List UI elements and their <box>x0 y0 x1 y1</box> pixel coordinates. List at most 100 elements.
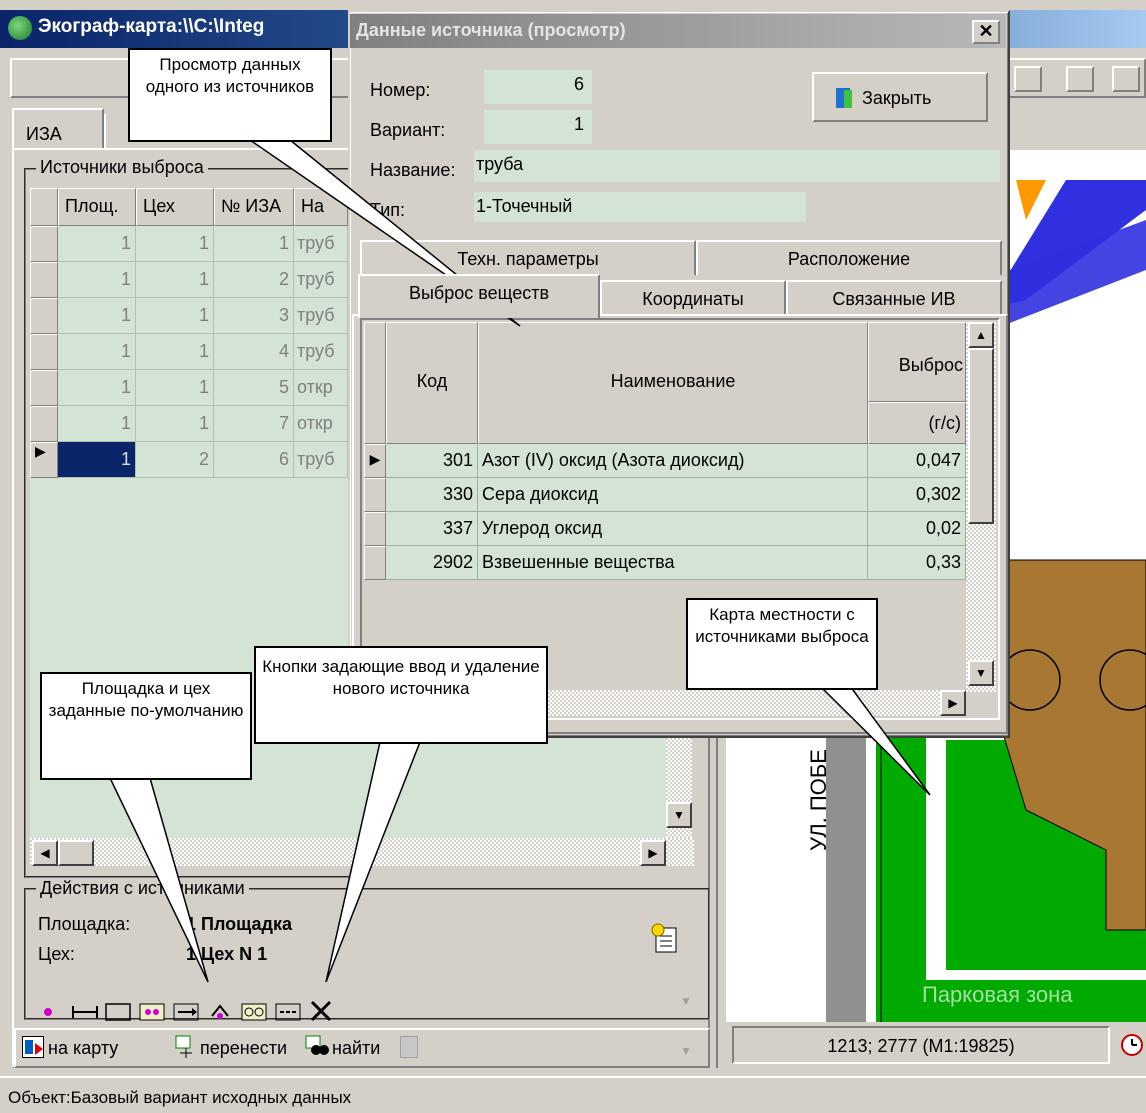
cell-nomer[interactable]: 6 <box>214 442 294 478</box>
grid2-cell-kod[interactable]: 2902 <box>386 546 478 580</box>
grid2-cell-value[interactable]: 0,02 <box>868 512 966 546</box>
add-linear-source-icon[interactable] <box>70 998 100 1022</box>
cell-name[interactable]: труб <box>294 298 348 334</box>
grid2-cell-kod[interactable]: 337 <box>386 512 478 546</box>
extra-tab-icon[interactable] <box>400 1036 418 1058</box>
tab-find[interactable]: найти <box>332 1038 380 1059</box>
cell-name[interactable]: откр <box>294 370 348 406</box>
copy-source-icon[interactable] <box>274 998 304 1022</box>
scroll-down-button[interactable]: ▼ <box>666 802 692 828</box>
cell-name[interactable]: откр <box>294 406 348 442</box>
cell-nomer[interactable]: 2 <box>214 262 294 298</box>
cell-name[interactable]: труб <box>294 334 348 370</box>
view-source-icon[interactable] <box>240 998 270 1022</box>
cell-nomer[interactable]: 1 <box>214 226 294 262</box>
delete-source-icon[interactable] <box>308 998 338 1022</box>
dialog-close-x-button[interactable]: ✕ <box>972 20 1000 44</box>
grid2-row-indicator[interactable]: ▶ <box>364 444 386 478</box>
bottom-tabs-dropdown-icon[interactable]: ▼ <box>680 1044 692 1058</box>
cell-tseh[interactable]: 1 <box>136 334 214 370</box>
tab-iza[interactable]: ИЗА <box>12 108 104 150</box>
add-point-source-icon[interactable] <box>38 998 68 1022</box>
scroll-thumb[interactable] <box>58 840 94 866</box>
row-indicator[interactable] <box>30 370 58 406</box>
cell-plosh[interactable]: 1 <box>58 370 136 406</box>
grid2-row-indicator[interactable] <box>364 512 386 546</box>
grid-corner <box>30 188 58 226</box>
cell-tseh[interactable]: 1 <box>136 226 214 262</box>
cell-name[interactable]: труб <box>294 442 348 478</box>
col-header-name[interactable]: На <box>294 188 348 226</box>
cell-tseh[interactable]: 1 <box>136 298 214 334</box>
grid2-row-indicator[interactable] <box>364 546 386 580</box>
grid2-cell-name[interactable]: Сера диоксид <box>478 478 868 512</box>
tab-move[interactable]: перенести <box>200 1038 287 1059</box>
col-header-plosh[interactable]: Площ. <box>58 188 136 226</box>
cell-name[interactable]: труб <box>294 262 348 298</box>
add-multi-point-icon[interactable] <box>138 998 168 1022</box>
cell-tseh[interactable]: 1 <box>136 262 214 298</box>
map-layer-icon[interactable] <box>1112 66 1140 92</box>
close-button[interactable]: Закрыть <box>812 72 988 122</box>
col-header-tseh[interactable]: Цех <box>136 188 214 226</box>
grid2-cell-kod[interactable]: 330 <box>386 478 478 512</box>
status-bar: Объект:Базовый вариант исходных данных <box>0 1076 1146 1113</box>
col-header-kod[interactable]: Код <box>386 322 478 444</box>
grid2-scroll-down-button[interactable]: ▼ <box>968 660 994 686</box>
tab-location[interactable]: Расположение <box>696 240 1002 276</box>
row-indicator[interactable] <box>30 262 58 298</box>
cell-nomer[interactable]: 7 <box>214 406 294 442</box>
tab-coordinates[interactable]: Координаты <box>600 280 786 316</box>
cell-tseh[interactable]: 2 <box>136 442 214 478</box>
cell-nomer[interactable]: 3 <box>214 298 294 334</box>
cell-nomer[interactable]: 4 <box>214 334 294 370</box>
add-area-source-icon[interactable] <box>104 998 134 1022</box>
cell-plosh[interactable]: 1 <box>58 406 136 442</box>
grid2-cell-value[interactable]: 0,047 <box>868 444 966 478</box>
row-indicator[interactable] <box>30 406 58 442</box>
defaults-edit-icon[interactable] <box>650 922 680 954</box>
grid2-scroll-right-button[interactable]: ▶ <box>940 690 966 716</box>
cell-plosh[interactable]: 1 <box>58 262 136 298</box>
row-indicator[interactable] <box>30 334 58 370</box>
add-arrow-source-icon[interactable] <box>172 998 202 1022</box>
dialog-title: Данные источника (просмотр) <box>350 14 1006 48</box>
tab-to-map[interactable]: на карту <box>48 1038 118 1059</box>
cell-plosh[interactable]: 1 <box>58 442 136 478</box>
zoom-icon[interactable] <box>1014 66 1042 92</box>
select-icon[interactable] <box>1066 66 1094 92</box>
grid2-cell-kod[interactable]: 301 <box>386 444 478 478</box>
row-indicator[interactable] <box>30 298 58 334</box>
cell-plosh[interactable]: 1 <box>58 298 136 334</box>
cell-tseh[interactable]: 1 <box>136 406 214 442</box>
cell-name[interactable]: труб <box>294 226 348 262</box>
add-roof-source-icon[interactable] <box>206 998 236 1022</box>
cell-nomer[interactable]: 5 <box>214 370 294 406</box>
grid2-cell-name[interactable]: Углерод оксид <box>478 512 868 546</box>
grid2-scroll-up-button[interactable]: ▲ <box>968 322 994 348</box>
cell-plosh[interactable]: 1 <box>58 226 136 262</box>
tab-iza-next[interactable] <box>104 114 124 150</box>
sources-horizontal-scrollbar[interactable] <box>30 838 694 866</box>
grid2-cell-name[interactable]: Взвешенные вещества <box>478 546 868 580</box>
cell-plosh[interactable]: 1 <box>58 334 136 370</box>
col-header-naimenovanie[interactable]: Наименование <box>478 322 868 444</box>
grid2-scroll-thumb[interactable] <box>968 348 994 524</box>
actions-dropdown-icon[interactable]: ▼ <box>680 994 692 1008</box>
row-indicator[interactable]: ▶ <box>30 442 58 478</box>
find-icon <box>304 1034 330 1058</box>
clock-icon[interactable] <box>1118 1030 1146 1060</box>
grid2-cell-value[interactable]: 0,33 <box>868 546 966 580</box>
col-header-nomer[interactable]: № ИЗА <box>214 188 294 226</box>
cell-tseh[interactable]: 1 <box>136 370 214 406</box>
tab-linked-sources[interactable]: Связанные ИВ <box>786 280 1002 316</box>
grid2-row-indicator[interactable] <box>364 478 386 512</box>
scroll-left-button[interactable]: ◀ <box>32 840 58 866</box>
row-indicator[interactable] <box>30 226 58 262</box>
grid2-cell-value[interactable]: 0,302 <box>868 478 966 512</box>
col-header-vybros[interactable]: Выброс <box>868 322 966 402</box>
tab-emissions[interactable]: Выброс веществ <box>358 274 600 318</box>
grid2-cell-name[interactable]: Азот (IV) оксид (Азота диоксид) <box>478 444 868 478</box>
tab-tech-params[interactable]: Техн. параметры <box>360 240 696 276</box>
scroll-right-button[interactable]: ▶ <box>640 840 666 866</box>
